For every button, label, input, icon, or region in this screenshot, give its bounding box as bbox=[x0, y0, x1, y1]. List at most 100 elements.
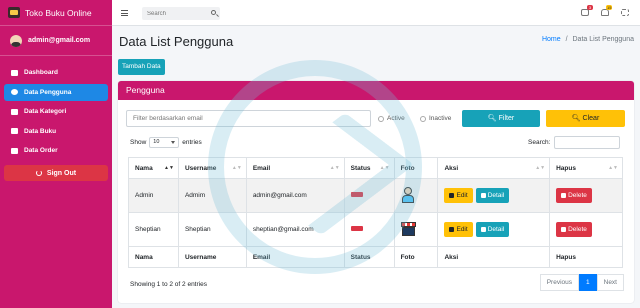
cell-username: Admim bbox=[177, 178, 247, 213]
cell-foto bbox=[393, 178, 439, 213]
delete-button[interactable]: Delete bbox=[556, 222, 592, 237]
sort-icon: ▲▼ bbox=[608, 165, 618, 171]
sort-icon: ▲▼ bbox=[329, 165, 340, 171]
status-badge bbox=[350, 226, 363, 231]
cell-username: Sheptian bbox=[177, 212, 247, 247]
breadcrumb-home[interactable]: Home bbox=[542, 36, 561, 43]
clear-button[interactable]: 🔍︎ Clear bbox=[546, 110, 625, 127]
filter-button-label: Filter bbox=[498, 115, 515, 122]
hamburger-menu-icon[interactable] bbox=[121, 10, 128, 16]
search-icon: 🔍︎ bbox=[571, 115, 581, 122]
breadcrumb-separator: / bbox=[565, 36, 568, 43]
card-title: Pengguna bbox=[118, 81, 634, 100]
pencil-icon bbox=[449, 192, 455, 198]
sidebar-item-data-buku[interactable]: Data Buku bbox=[4, 123, 108, 140]
folder-icon bbox=[11, 108, 18, 115]
column-header-username[interactable]: Username ▲▼ bbox=[177, 157, 247, 179]
messages-badge: 3 bbox=[587, 5, 593, 10]
column-header-email[interactable]: Email ▲▼ bbox=[245, 157, 345, 179]
eye-icon bbox=[480, 192, 486, 198]
sort-icon: ▲▼ bbox=[231, 165, 242, 171]
book-icon bbox=[11, 128, 18, 134]
show-label: Show bbox=[130, 139, 147, 146]
sign-out-button[interactable]: Sign Out bbox=[4, 165, 108, 181]
entries-label: entries bbox=[182, 139, 202, 146]
add-data-button[interactable]: Tambah Data bbox=[118, 59, 165, 75]
trash-icon bbox=[561, 192, 567, 198]
sidebar: Toko Buku Online admin@gmail.com Dashboa… bbox=[0, 0, 112, 308]
cell-email: admin@gmail.com bbox=[245, 178, 345, 213]
edit-button[interactable]: Edit bbox=[444, 188, 473, 203]
sidebar-item-label: Data Buku bbox=[24, 127, 57, 135]
detail-button[interactable]: Detail bbox=[475, 188, 510, 203]
table-footer-row: Nama Username Email Status Foto Aksi Hap… bbox=[128, 246, 623, 268]
page-title: Data List Pengguna bbox=[119, 34, 234, 49]
filter-button[interactable]: 🔍︎ Filter bbox=[462, 110, 540, 127]
radio-active-label: Active bbox=[387, 115, 405, 122]
search-icon[interactable] bbox=[211, 10, 216, 15]
column-header-foto: Foto bbox=[393, 157, 439, 179]
search-input[interactable] bbox=[142, 7, 206, 20]
avatar bbox=[10, 34, 22, 47]
column-footer-username: Username bbox=[177, 246, 247, 268]
sort-icon: ▲▼ bbox=[379, 165, 390, 171]
navbar-search bbox=[142, 7, 220, 20]
cell-foto bbox=[393, 212, 439, 247]
status-badge bbox=[350, 192, 363, 197]
previous-page-button[interactable]: Previous bbox=[539, 274, 579, 291]
messages-icon[interactable] bbox=[581, 9, 589, 16]
column-footer-nama: Nama bbox=[128, 246, 179, 268]
sort-asc-icon: ▲▼ bbox=[164, 165, 174, 171]
column-header-status[interactable]: Status ▲▼ bbox=[343, 157, 395, 179]
breadcrumb: Home / Data List Pengguna bbox=[542, 36, 634, 43]
trash-icon bbox=[561, 226, 567, 232]
delete-button[interactable]: Delete bbox=[556, 188, 592, 203]
user-photo-icon bbox=[401, 186, 415, 203]
column-header-aksi[interactable]: Aksi ▲▼ bbox=[437, 157, 551, 179]
column-footer-status: Status bbox=[343, 246, 395, 268]
cell-aksi: Edit Detail bbox=[437, 212, 551, 247]
next-page-button[interactable]: Next bbox=[596, 274, 624, 291]
sidebar-item-data-kategori[interactable]: Data Kategori bbox=[4, 103, 108, 120]
email-filter-input[interactable] bbox=[126, 110, 371, 127]
page-length-control: Show 10 entries bbox=[130, 137, 202, 148]
page-length-select[interactable]: 10 bbox=[149, 137, 180, 148]
eye-icon bbox=[480, 226, 486, 232]
cell-status bbox=[343, 212, 395, 247]
page-1-button[interactable]: 1 bbox=[579, 274, 597, 291]
column-footer-hapus: Hapus bbox=[549, 246, 623, 268]
edit-button[interactable]: Edit bbox=[444, 222, 473, 237]
cell-nama: Sheptian bbox=[128, 212, 179, 247]
sign-out-label: Sign Out bbox=[46, 169, 77, 177]
brand-title: Toko Buku Online bbox=[25, 7, 92, 18]
user-panel[interactable]: admin@gmail.com bbox=[0, 26, 112, 56]
column-header-hapus[interactable]: Hapus ▲▼ bbox=[549, 157, 623, 179]
grid-icon[interactable] bbox=[621, 9, 629, 16]
cell-hapus: Delete bbox=[549, 212, 623, 247]
top-navbar: 3 15 bbox=[112, 0, 640, 26]
sidebar-item-dashboard[interactable]: Dashboard bbox=[4, 64, 108, 81]
radio-circle-icon bbox=[420, 115, 426, 122]
table-search-input[interactable] bbox=[554, 136, 621, 149]
cell-nama: Admin bbox=[128, 178, 179, 213]
sidebar-item-data-order[interactable]: Data Order bbox=[4, 142, 108, 159]
bell-icon[interactable] bbox=[601, 9, 609, 16]
table-row: Sheptian Sheptian sheptian@gmail.com Edi… bbox=[128, 212, 623, 247]
cart-icon bbox=[11, 147, 18, 154]
radio-active[interactable]: Active bbox=[378, 115, 405, 122]
users-table: Nama ▲▼ Username ▲▼ Email ▲▼ Status ▲▼ Foto … bbox=[128, 157, 623, 268]
pencil-icon bbox=[449, 226, 455, 232]
radio-circle-icon bbox=[378, 115, 384, 122]
column-footer-aksi: Aksi bbox=[437, 246, 551, 268]
detail-button[interactable]: Detail bbox=[475, 222, 510, 237]
brand[interactable]: Toko Buku Online bbox=[0, 0, 112, 26]
pagination: Previous 1 Next bbox=[539, 274, 624, 291]
radio-inactive[interactable]: Inactive bbox=[420, 115, 451, 122]
power-icon bbox=[35, 170, 42, 176]
column-header-nama[interactable]: Nama ▲▼ bbox=[128, 157, 179, 179]
sidebar-item-data-pengguna[interactable]: Data Pengguna bbox=[4, 83, 108, 101]
sidebar-item-label: Data Pengguna bbox=[24, 88, 72, 96]
cell-email: sheptian@gmail.com bbox=[245, 212, 345, 247]
column-footer-foto: Foto bbox=[393, 246, 439, 268]
search-icon: 🔍︎ bbox=[487, 115, 497, 122]
